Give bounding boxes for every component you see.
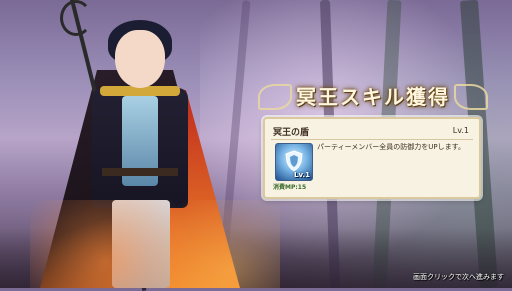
character-belt [102,168,178,176]
shield-icon [285,150,303,172]
skill-icon-level: Lv.1 [294,171,310,179]
continue-hint[interactable]: 画面クリックで次へ進みます [413,272,504,282]
skill-name: 冥王の盾 [273,128,310,138]
staff-head [60,0,92,36]
skill-description: パーティーメンバー全員の防御力をUPします。 [317,143,465,151]
skill-card: 冥王の盾 Lv.1 Lv.1 消費MP:15 パーティーメンバー全員の防御力をU… [263,117,481,199]
ornament-left-icon [258,84,292,110]
character-face [115,30,165,88]
skill-acquired-title: 冥王スキル獲得 [296,85,450,109]
autumn-leaves [30,200,280,288]
skill-acquired-header: 冥王スキル獲得 [258,80,488,114]
skill-cost: 消費MP:15 [273,184,307,191]
skill-icon-frame: Lv.1 [275,143,313,181]
card-divider [271,139,473,140]
ornament-right-icon [454,84,488,110]
skill-level: Lv.1 [452,126,469,135]
character-portrait [30,0,280,291]
